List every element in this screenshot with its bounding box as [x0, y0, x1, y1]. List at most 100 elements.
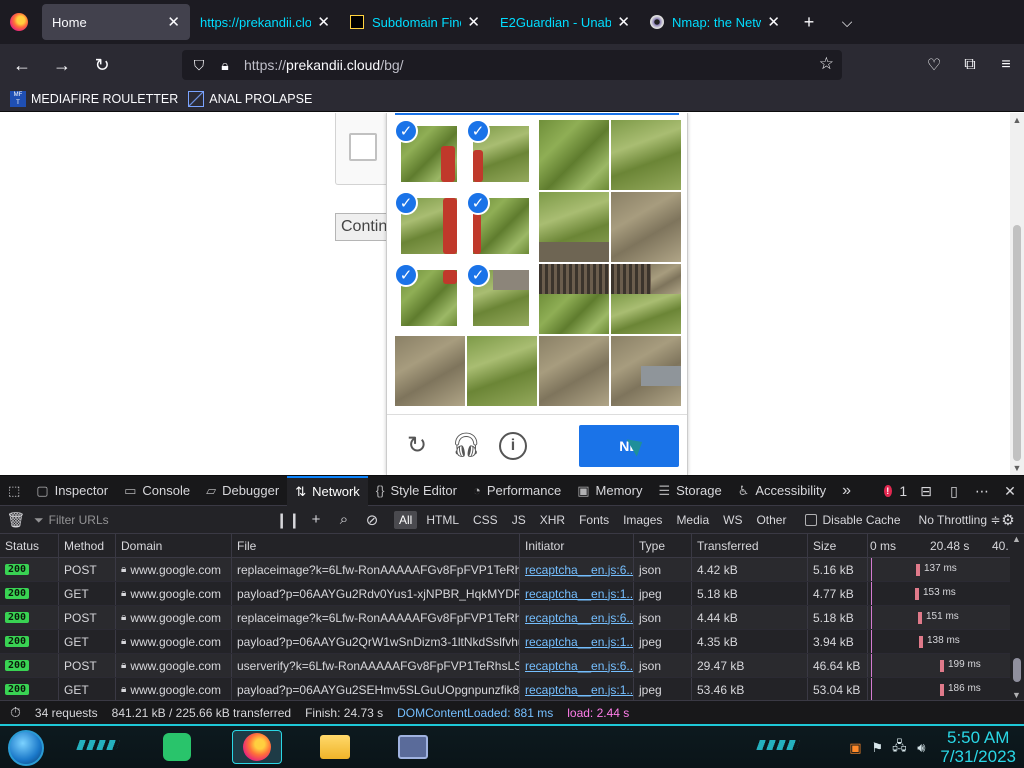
filter-other[interactable]: Other [751, 511, 791, 529]
filter-images[interactable]: Images [618, 511, 667, 529]
new-tab-plus-icon[interactable]: + [790, 4, 828, 40]
captcha-tile-selected[interactable]: ✓ [395, 192, 465, 262]
url-text[interactable]: https://prekandii.cloud/bg/ [244, 57, 404, 73]
scroll-down-icon[interactable]: ▼ [1012, 690, 1021, 700]
start-menu-orb-icon[interactable] [8, 730, 44, 766]
close-tab-icon[interactable]: ✕ [617, 13, 630, 31]
error-count-badge[interactable]: ! 1 [884, 483, 912, 499]
scroll-up-icon[interactable]: ▲ [1012, 534, 1021, 544]
more-tabs-chevron-icon[interactable]: » [834, 476, 859, 506]
clear-trash-icon[interactable]: 🗑︎ [2, 511, 30, 529]
table-row[interactable]: 200 POST 🔒︎ www.google.com userverify?k=6Lfw… [0, 654, 1024, 678]
captcha-tile[interactable] [539, 192, 609, 262]
reload-icon[interactable]: ↻ [84, 49, 120, 81]
scroll-up-icon[interactable]: ▲ [1012, 115, 1022, 125]
volume-speaker-icon[interactable]: 🔊︎ [910, 740, 932, 756]
column-type[interactable]: Type [634, 534, 692, 557]
tab-memory[interactable]: ▣ Memory [569, 476, 650, 506]
initiator-value[interactable]: recaptcha__en.js:1... [525, 587, 633, 601]
tab-debugger[interactable]: ▱ Debugger [198, 476, 287, 506]
pocket-icon[interactable]: ♡ [916, 55, 952, 75]
initiator-value[interactable]: recaptcha__en.js:6... [525, 611, 633, 625]
scroll-down-icon[interactable]: ▼ [1012, 463, 1022, 473]
close-tab-icon[interactable]: ✕ [767, 13, 780, 31]
tab-prekandii[interactable]: https://prekandii.clo ✕ [190, 4, 340, 40]
recaptcha-checkbox[interactable] [349, 133, 377, 161]
table-row[interactable]: 200 POST 🔒︎ www.google.com replaceimage?k=6L… [0, 558, 1024, 582]
add-request-plus-icon[interactable]: + [302, 511, 330, 528]
close-tab-icon[interactable]: ✕ [467, 13, 480, 31]
next-button[interactable]: NE [579, 425, 679, 467]
bookmark-star-icon[interactable]: ☆ [819, 54, 834, 74]
url-bar[interactable]: ⛉ 🔒︎ https://prekandii.cloud/bg/ ☆ [182, 50, 842, 80]
performance-analysis-icon[interactable]: ⏱ [10, 704, 21, 721]
tab-e2guardian[interactable]: E2Guardian - Unable ✕ [490, 4, 640, 40]
tab-subdomain-finder[interactable]: Subdomain Finde ✕ [340, 4, 490, 40]
pause-recording-icon[interactable]: ❙❙ [274, 511, 302, 529]
captcha-tile-selected[interactable]: ✓ [467, 264, 537, 334]
filter-js[interactable]: JS [507, 511, 531, 529]
table-row[interactable]: 200 GET 🔒︎ www.google.com payload?p=06AAYGu2… [0, 582, 1024, 606]
taskbar-app-firefox[interactable] [232, 730, 282, 764]
split-console-icon[interactable]: ⊟ [912, 483, 940, 500]
taskbar-app-file-explorer[interactable] [310, 730, 360, 764]
filter-urls-input[interactable]: ⏷ Filter URLs [34, 509, 274, 531]
captcha-tile-selected[interactable]: ✓ [467, 120, 537, 190]
initiator-value[interactable]: recaptcha__en.js:6... [525, 659, 633, 673]
throttling-select[interactable]: No Throttling ≑ [919, 513, 1001, 527]
element-picker-icon[interactable]: ⬚ [0, 476, 28, 506]
devtools-options-icon[interactable]: ⋯ [968, 483, 996, 500]
forward-arrow-icon[interactable]: → [44, 49, 80, 81]
back-arrow-icon[interactable]: ← [4, 49, 40, 81]
column-waterfall[interactable]: 0 ms 20.48 s 40. [868, 534, 1010, 557]
captcha-tile[interactable] [611, 120, 681, 190]
extensions-puzzle-icon[interactable]: ⧉ [952, 56, 988, 74]
tab-style-editor[interactable]: {} Style Editor [368, 476, 465, 506]
action-center-flag-icon[interactable]: ⚑ [866, 740, 888, 756]
tab-storage[interactable]: ☰ Storage [650, 476, 729, 506]
filter-xhr[interactable]: XHR [535, 511, 570, 529]
network-table-scrollbar[interactable]: ▲ ▼ [1010, 534, 1024, 700]
tab-nmap[interactable]: Nmap: the Netw ✕ [640, 4, 790, 40]
disable-cache-checkbox[interactable]: Disable Cache [805, 513, 901, 527]
bookmark-anal-prolapse[interactable]: ANAL PROLAPSE [188, 90, 312, 107]
help-info-icon[interactable]: i [499, 432, 527, 460]
bookmark-mediafire-rouletter[interactable]: MF T MEDIAFIRE ROULETTER [10, 90, 178, 107]
column-method[interactable]: Method [59, 534, 116, 557]
captcha-tile-selected[interactable]: ✓ [395, 120, 465, 190]
close-tab-icon[interactable]: ✕ [167, 13, 180, 31]
scrollbar-thumb[interactable] [1013, 225, 1021, 461]
responsive-design-mode-icon[interactable]: ▯ [940, 483, 968, 500]
initiator-value[interactable]: recaptcha__en.js:1... [525, 683, 633, 697]
captcha-tile[interactable] [539, 264, 609, 334]
captcha-tile[interactable] [539, 336, 609, 406]
initiator-value[interactable]: recaptcha__en.js:1... [525, 635, 633, 649]
filter-fonts[interactable]: Fonts [574, 511, 614, 529]
tab-performance[interactable]: ◔ Performance [465, 476, 569, 506]
taskbar-app-window[interactable] [388, 730, 438, 764]
captcha-tile[interactable] [395, 336, 465, 406]
scrollbar-thumb[interactable] [1013, 658, 1021, 682]
close-tab-icon[interactable]: ✕ [317, 13, 330, 31]
initiator-value[interactable]: recaptcha__en.js:6... [525, 563, 633, 577]
tab-inspector[interactable]: ▢ Inspector [28, 476, 116, 506]
filter-css[interactable]: CSS [468, 511, 503, 529]
audio-challenge-headphones-icon[interactable]: 🎧︎ [451, 432, 481, 460]
captcha-tile[interactable] [611, 192, 681, 262]
reload-challenge-icon[interactable]: ↻ [403, 432, 431, 460]
table-row[interactable]: 200 GET 🔒︎ www.google.com payload?p=06AAYGu2… [0, 678, 1024, 702]
tab-console[interactable]: ▭ Console [116, 476, 198, 506]
captcha-tile-selected[interactable]: ✓ [467, 192, 537, 262]
lock-icon[interactable]: 🔒︎ [212, 57, 238, 74]
close-devtools-icon[interactable]: ✕ [996, 483, 1024, 500]
column-domain[interactable]: Domain [116, 534, 232, 557]
filter-html[interactable]: HTML [421, 511, 464, 529]
table-row[interactable]: 200 POST 🔒︎ www.google.com replaceimage?k=6L… [0, 606, 1024, 630]
taskbar-clock[interactable]: 5:50 AM 7/31/2023 [940, 729, 1016, 766]
hamburger-menu-icon[interactable]: ≡ [988, 56, 1024, 74]
filter-all[interactable]: All [394, 510, 418, 529]
search-icon[interactable]: ⌕ [330, 511, 358, 528]
table-row[interactable]: 200 GET 🔒︎ www.google.com payload?p=06AAYGu2… [0, 630, 1024, 654]
filter-ws[interactable]: WS [718, 511, 747, 529]
column-file[interactable]: File [232, 534, 520, 557]
